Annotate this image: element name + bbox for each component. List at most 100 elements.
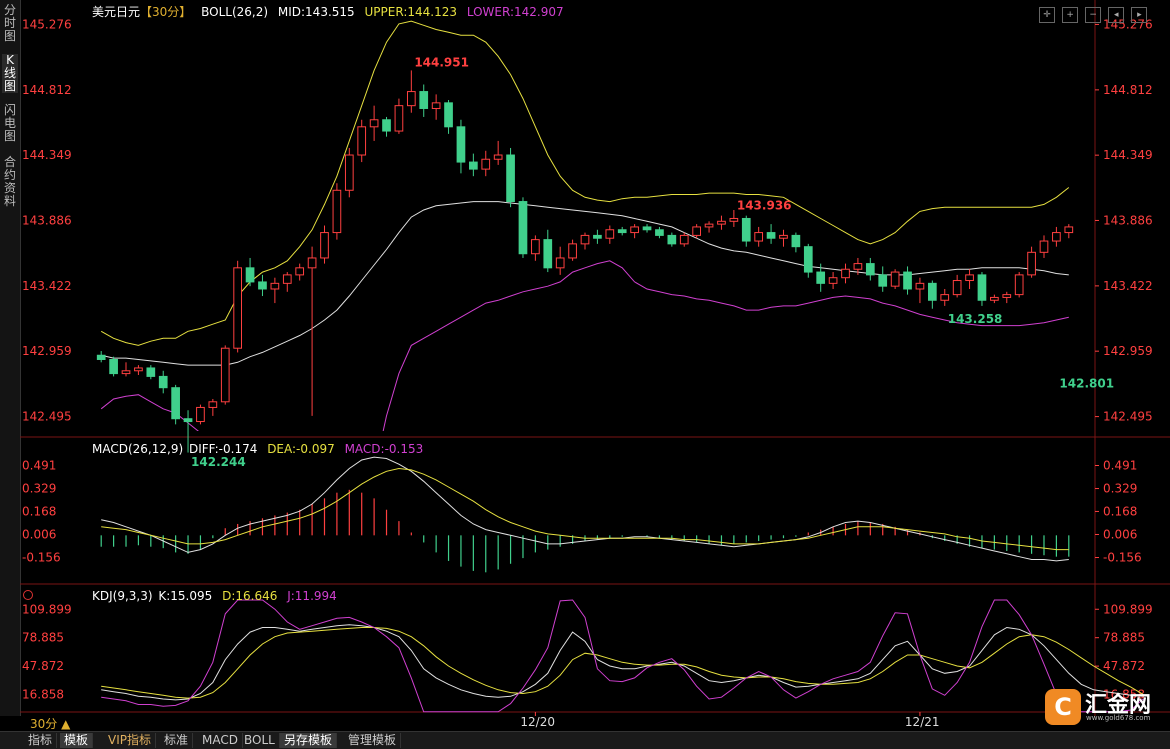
candle-body bbox=[1064, 226, 1074, 234]
candle-body bbox=[282, 274, 292, 284]
candle-body bbox=[357, 126, 367, 156]
price-extreme-label: 142.801 bbox=[1059, 376, 1114, 390]
scroll-right-icon[interactable]: ▸ bbox=[1131, 7, 1148, 23]
candle-body bbox=[506, 154, 515, 203]
price-axis-tick-label: 142.495 bbox=[1103, 410, 1153, 424]
boll-lower-line bbox=[100, 260, 1069, 431]
price-axis-tick-label-left: 144.349 bbox=[22, 148, 72, 162]
macd-diff-line bbox=[101, 456, 1069, 562]
tab-vip-indicator[interactable]: VIP指标 bbox=[104, 733, 156, 748]
macd-axis-tick-label: 0.168 bbox=[1103, 504, 1137, 518]
candle-body bbox=[1039, 240, 1049, 253]
candle-body bbox=[555, 257, 565, 269]
crosshair-icon[interactable]: ✛ bbox=[1039, 7, 1055, 23]
bottom-toolbar: 指标 模板 VIP指标 标准 MACD BOLL 另存模板 管理模板 bbox=[0, 731, 1170, 749]
kdj-k-value: K:15.095 bbox=[158, 589, 213, 603]
candle-body bbox=[940, 294, 950, 301]
macd-axis-tick-label: 0.329 bbox=[1103, 482, 1137, 496]
candle-body bbox=[96, 354, 106, 360]
macd-macd-value: MACD:-0.153 bbox=[344, 442, 424, 456]
tab-standard[interactable]: 标准 bbox=[160, 733, 194, 748]
kdj-d-line bbox=[101, 627, 1144, 699]
candle-body bbox=[853, 263, 863, 270]
sidebar: 分时图 K线图 闪电图 合约资料 bbox=[0, 0, 21, 716]
candle-body bbox=[1002, 294, 1012, 298]
sidebar-tab-timeshare[interactable]: 分时图 bbox=[2, 4, 18, 43]
price-axis-tick-label: 142.959 bbox=[1103, 344, 1153, 358]
macd-label: MACD(26,12,9) bbox=[92, 442, 184, 456]
price-axis-tick-label-left: 142.959 bbox=[22, 344, 72, 358]
candle-body bbox=[890, 271, 900, 287]
candle-body bbox=[803, 246, 813, 273]
candle-body bbox=[766, 232, 776, 239]
candle-body bbox=[431, 102, 441, 109]
candle-body bbox=[208, 401, 218, 408]
tab-save-template[interactable]: 另存模板 bbox=[280, 733, 338, 748]
candle-body bbox=[295, 267, 305, 276]
candle-body bbox=[605, 229, 615, 239]
candle-body bbox=[642, 226, 652, 231]
period-selector-button[interactable]: 30分 ▲ bbox=[30, 715, 70, 732]
kdj-axis-tick-label: 78.885 bbox=[1103, 631, 1145, 645]
boll-upper-value: UPPER:144.123 bbox=[364, 5, 457, 19]
candle-body bbox=[394, 105, 404, 132]
candle-body bbox=[344, 154, 354, 191]
candle-body bbox=[1027, 251, 1036, 276]
tab-manage-template[interactable]: 管理模板 bbox=[344, 733, 402, 748]
main-chart-header: 美元日元【30分】 BOLL(26,2) MID:143.515 UPPER:1… bbox=[92, 3, 570, 20]
candle-body bbox=[109, 358, 118, 375]
time-tick-label: 12/20 bbox=[520, 715, 555, 729]
candle-body bbox=[307, 257, 317, 269]
candle-body bbox=[332, 189, 342, 234]
candle-body bbox=[469, 161, 478, 170]
candle-body bbox=[382, 119, 391, 132]
kdj-d-value: D:16.646 bbox=[222, 589, 278, 603]
candle-body bbox=[841, 268, 850, 279]
tab-indicator[interactable]: 指标 bbox=[24, 733, 58, 748]
candle-body bbox=[233, 267, 243, 349]
candle-body bbox=[965, 274, 974, 282]
macd-axis-tick-label: 0.006 bbox=[1103, 527, 1137, 541]
candle-body bbox=[518, 201, 528, 255]
tab-boll[interactable]: BOLL bbox=[240, 733, 280, 748]
candle-body bbox=[927, 282, 937, 301]
candle-body bbox=[630, 226, 639, 234]
indicator-settings-icon[interactable] bbox=[23, 590, 33, 600]
period-label: 【30分】 bbox=[140, 5, 192, 19]
chart-canvas[interactable]: 145.276145.276144.812144.812144.349144.3… bbox=[20, 0, 1170, 731]
kdj-j-line bbox=[101, 599, 1144, 713]
kdj-j-value: J:11.994 bbox=[287, 589, 337, 603]
candle-body bbox=[580, 234, 590, 245]
candle-body bbox=[990, 296, 999, 301]
macd-axis-tick-label-left: -0.156 bbox=[22, 551, 61, 565]
candle-body bbox=[245, 267, 255, 283]
macd-diff-value: DIFF:-0.174 bbox=[188, 442, 258, 456]
tab-template[interactable]: 模板 bbox=[60, 733, 94, 748]
candle-body bbox=[158, 375, 168, 389]
sidebar-tab-flash[interactable]: 闪电图 bbox=[2, 104, 18, 143]
candle-body bbox=[481, 158, 491, 170]
macd-axis-tick-label-left: 0.006 bbox=[22, 527, 56, 541]
sidebar-tab-contract[interactable]: 合约资料 bbox=[2, 156, 18, 208]
candle-body bbox=[320, 232, 329, 259]
candle-body bbox=[828, 277, 838, 284]
kdj-axis-tick-label-left: 16.858 bbox=[22, 688, 64, 702]
price-extreme-label: 142.244 bbox=[191, 455, 246, 469]
candle-body bbox=[692, 226, 701, 236]
scroll-left-icon[interactable]: ◂ bbox=[1108, 7, 1125, 23]
symbol-label: 美元日元 bbox=[92, 5, 141, 19]
candle-body bbox=[903, 271, 912, 290]
kdj-axis-tick-label-left: 47.872 bbox=[22, 659, 64, 673]
zoom-out-icon[interactable]: − bbox=[1085, 7, 1102, 23]
candle-body bbox=[543, 239, 553, 269]
gold678-logo: C 汇金网 www.gold678.com bbox=[1045, 683, 1165, 729]
price-axis-tick-label-left: 143.886 bbox=[22, 213, 72, 227]
candle-body bbox=[419, 91, 429, 109]
candle-body bbox=[717, 220, 726, 225]
zoom-in-icon[interactable]: + bbox=[1062, 7, 1079, 23]
macd-header: MACD(26,12,9) DIFF:-0.174 DEA:-0.097 MAC… bbox=[92, 442, 429, 456]
price-axis-tick-label-left: 143.422 bbox=[22, 279, 72, 293]
chart-toolbar: ✛ + − ◂ ▸ bbox=[1037, 2, 1148, 23]
sidebar-tab-kline[interactable]: K线图 bbox=[2, 54, 18, 93]
tab-macd[interactable]: MACD bbox=[198, 733, 243, 748]
